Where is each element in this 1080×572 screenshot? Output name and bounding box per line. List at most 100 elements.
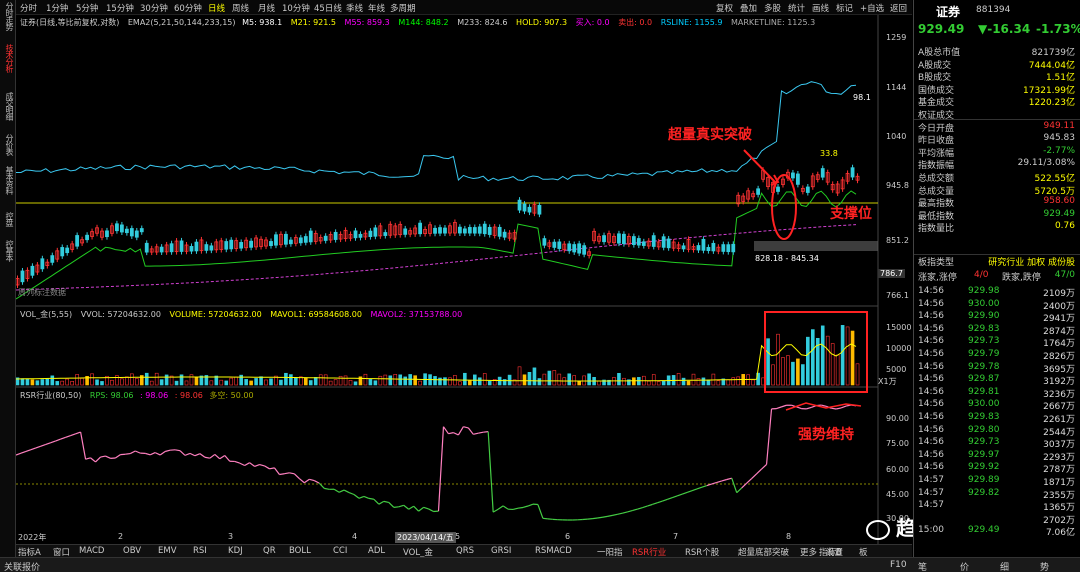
candle-body [467, 227, 472, 234]
indicator-tab-10[interactable]: ADL [368, 546, 385, 556]
volume-bar [269, 378, 273, 386]
candle-body [567, 243, 572, 252]
volume-bar [587, 373, 591, 386]
tick-volume: 2787万 [1043, 465, 1075, 476]
tick-price: 930.00 [968, 399, 1000, 410]
volume-bar [830, 343, 835, 386]
period-7[interactable]: 周线 [232, 2, 249, 14]
tick-row: 2702万 [914, 513, 1080, 526]
indicator-tab-4[interactable]: EMV [158, 546, 177, 556]
period-12[interactable]: 年线 [368, 2, 385, 14]
m55-value: M55: 859.3 [344, 18, 390, 27]
rsr-segment [647, 503, 653, 507]
status-quote-link[interactable]: 关联报价 [4, 560, 40, 572]
stat-key: 指数量比 [918, 224, 955, 235]
indicator-tab-3[interactable]: OBV [123, 546, 141, 556]
volume-bar [632, 377, 636, 386]
x-label-6: 7 [673, 532, 679, 541]
rsr-segment [388, 502, 395, 508]
toolbar-5[interactable]: 标记 [836, 2, 853, 14]
rsr-segment [35, 445, 42, 449]
toolbar-3[interactable]: 统计 [788, 2, 805, 14]
bottom-tab-bi[interactable]: 笔 [918, 560, 927, 572]
tick-time: 14:56 [918, 349, 944, 359]
indicator-tab-12[interactable]: QRS [456, 546, 474, 556]
period-3[interactable]: 15分钟 [106, 2, 134, 14]
volume-bar [661, 380, 666, 386]
rsr-segment [338, 489, 345, 493]
candle-body [139, 228, 144, 233]
bottom-tab-jia[interactable]: 价 [960, 560, 969, 572]
label-range: 828.18 - 845.34 [755, 254, 819, 263]
indicator-tab-5[interactable]: RSI [193, 546, 207, 556]
volume-bar [726, 379, 731, 386]
toolbar-4[interactable]: 画线 [812, 2, 829, 14]
indicator-tab-14[interactable]: RSMACD [535, 546, 572, 556]
annotation-support: 支撑位 [830, 206, 872, 222]
period-13[interactable]: 多周期 [390, 2, 416, 14]
indicator-tab-8[interactable]: BOLL [289, 546, 311, 556]
toolbar-0[interactable]: 复权 [716, 2, 733, 14]
tick-time: 14:56 [918, 386, 944, 397]
rsr-segment [473, 432, 479, 435]
tick-price: 929.87 [968, 374, 1000, 385]
period-10[interactable]: 45日线 [314, 2, 342, 14]
period-1[interactable]: 1分钟 [46, 2, 68, 14]
indicator-tab-9[interactable]: CCI [333, 546, 347, 556]
nav-basic-info[interactable]: 基本资料 [2, 166, 14, 194]
bottom-tab-xi[interactable]: 细 [1000, 560, 1009, 572]
tick-row: 14:57 929.89 1871万 [914, 475, 1080, 488]
stat-row: 最低指数 929.49 [914, 209, 1080, 222]
up-label: 涨家,涨停 [918, 273, 957, 283]
candle-body [60, 247, 65, 257]
rsr-segment [259, 463, 265, 467]
period-5[interactable]: 60分钟 [174, 2, 202, 14]
indicator-tab-6[interactable]: KDJ [228, 546, 243, 556]
candle-body [368, 230, 373, 237]
rsr-segment [154, 452, 161, 456]
main-header: 证券(日线,等比前复权,对数) EMA2(5,21,50,144,233,15)… [20, 17, 815, 28]
nav-tech-analysis[interactable]: 技术分析 [2, 44, 14, 72]
f10-button[interactable]: F10 [890, 560, 907, 570]
bottom-tab-shi[interactable]: 势 [1040, 560, 1049, 572]
tick-time: 14:56 [918, 399, 944, 410]
period-0[interactable]: 分时 [20, 2, 37, 14]
tick-row: 14:56 929.83 2261万 [914, 412, 1080, 425]
nav-trade-detail[interactable]: 成交明细 [2, 92, 14, 120]
volume-bar [244, 379, 248, 386]
rsr-segment [239, 462, 245, 467]
volume-bar [234, 376, 239, 386]
chart-area[interactable] [16, 15, 912, 544]
breakout-arrow [743, 149, 777, 184]
volume-bar [179, 374, 184, 386]
period-11[interactable]: 季线 [346, 2, 363, 14]
rsr-segment [592, 517, 598, 520]
volume-bar [477, 377, 482, 386]
indicator-tab-13[interactable]: GRSI [491, 546, 511, 556]
tick-time: 14:56 [918, 311, 944, 322]
watermark-note: 周列标注数据 [18, 288, 66, 297]
toolbar-2[interactable]: 多股 [764, 2, 781, 14]
axis-vol-2: 5000 [886, 365, 907, 374]
nav-control[interactable]: 控盘 [2, 212, 14, 226]
rsr-segment [428, 508, 434, 513]
indicator-tab-7[interactable]: QR [263, 546, 276, 556]
period-9[interactable]: 10分钟 [282, 2, 310, 14]
period-8[interactable]: 月线 [258, 2, 275, 14]
nav-price-table[interactable]: 分价表 [2, 134, 14, 155]
indicator-tab-2[interactable]: MACD [79, 546, 104, 556]
period-2[interactable]: 5分钟 [76, 2, 98, 14]
candle-body [308, 230, 313, 243]
rsr-segment [75, 431, 81, 435]
candle-body [731, 243, 736, 253]
rsr-segment [199, 453, 206, 458]
tick-price: 929.82 [968, 487, 1000, 498]
toolbar-1[interactable]: 叠加 [740, 2, 757, 14]
tick-time: 14:56 [918, 336, 944, 347]
rsr-segment [731, 477, 738, 493]
nav-control-basic[interactable]: 控基本 [2, 240, 14, 261]
stat-row: A股成交 7444.04亿 [914, 58, 1080, 71]
nav-fenshi[interactable]: 分时走势 [2, 2, 14, 30]
period-4[interactable]: 30分钟 [140, 2, 168, 14]
period-6[interactable]: 日线 [208, 2, 225, 14]
